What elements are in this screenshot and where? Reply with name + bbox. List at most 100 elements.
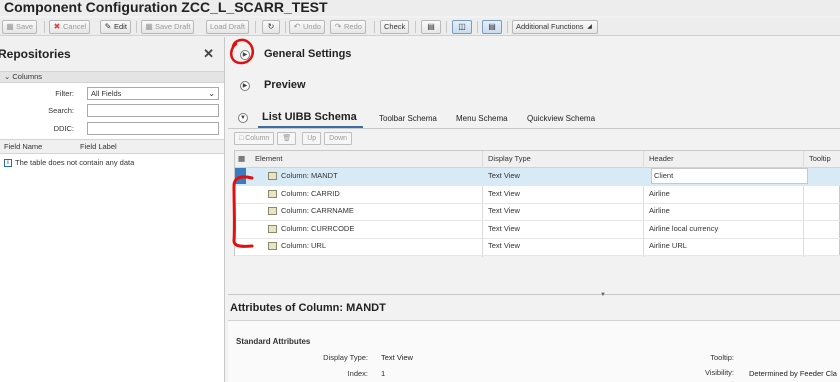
load-draft-button[interactable]: Load Draft (206, 20, 250, 34)
delete-button[interactable]: 🗑 (277, 132, 297, 145)
schema-table: ▦ Element Display Type Header Tooltip Co… (234, 150, 840, 257)
search-label: Search: (48, 106, 74, 115)
column-icon (268, 207, 277, 215)
expand-icon[interactable]: ▶ (240, 50, 250, 60)
save-button[interactable]: ▦ Save (2, 20, 38, 34)
move-down-button[interactable]: Down (324, 132, 353, 145)
repositories-table-header: Field Name Field Label (0, 139, 224, 154)
header-cell: Airline (649, 189, 670, 198)
filter-select[interactable]: All Fields ⌄ (87, 87, 219, 100)
display-type-cell: Text View (488, 241, 520, 250)
standard-attributes-title: Standard Attributes (236, 337, 311, 346)
table-row[interactable]: Column: MANDT Text View Client (235, 168, 840, 186)
filter-row: Filter: All Fields ⌄ (0, 87, 224, 101)
toolbar-separator (136, 21, 137, 33)
element-cell: Column: CURRCODE (281, 224, 355, 233)
save-draft-label: Save Draft (155, 22, 191, 31)
display-type-label: Display Type: (323, 353, 368, 362)
empty-table-message: i The table does not contain any data (4, 158, 134, 167)
toolbar-separator (415, 21, 416, 33)
search-row: Search: (0, 104, 224, 118)
display-type-cell: Text View (488, 224, 520, 233)
row-selector[interactable] (235, 186, 246, 202)
schema-tabs: ▼ List UIBB Schema Toolbar Schema Menu S… (228, 107, 840, 129)
add-icon: □ (239, 135, 244, 142)
tab-toolbar-schema[interactable]: Toolbar Schema (379, 114, 437, 123)
element-cell: Column: MANDT (281, 171, 338, 180)
refresh-button[interactable]: ↻ (262, 20, 280, 34)
element-cell: Column: URL (281, 241, 327, 250)
cancel-button[interactable]: ✖ Cancel (49, 20, 91, 34)
layout-single-button[interactable]: ▤ (421, 20, 441, 34)
main-toolbar: ▦ Save ✖ Cancel ✎ Edit ▦ Save Draft Load… (0, 18, 840, 36)
additional-functions-button[interactable]: Additional Functions ◢ (512, 20, 598, 34)
attributes-panel: Standard Attributes Display Type: Text V… (228, 320, 840, 382)
preview-section[interactable]: ▶ Preview (228, 76, 840, 96)
row-selector[interactable] (235, 221, 246, 237)
column-header-element[interactable]: Element (255, 151, 283, 167)
column-header-field-label[interactable]: Field Label (80, 140, 117, 153)
table-row[interactable]: Column: URL Text View Airline URL (235, 238, 840, 256)
header-input[interactable] (651, 168, 808, 184)
chevron-down-icon: ⌄ (208, 89, 215, 98)
toolbar-separator (374, 21, 375, 33)
column-header-field-name[interactable]: Field Name (4, 140, 42, 153)
column-icon (268, 225, 277, 233)
save-draft-icon: ▦ (145, 22, 153, 31)
table-row[interactable]: Column: CARRNAME Text View Airline (235, 203, 840, 221)
close-icon[interactable]: ✕ (203, 46, 214, 62)
row-selector[interactable] (235, 168, 246, 184)
tab-menu-schema[interactable]: Menu Schema (456, 114, 508, 123)
schema-table-header: ▦ Element Display Type Header Tooltip (235, 151, 840, 168)
additional-functions-label: Additional Functions (516, 22, 584, 31)
save-draft-button[interactable]: ▦ Save Draft (141, 20, 195, 34)
display-type-cell: Text View (488, 206, 520, 215)
toolbar-separator (477, 21, 478, 33)
search-input[interactable] (87, 104, 219, 117)
redo-button[interactable]: ↷ Redo (330, 20, 366, 34)
header-cell: Client (654, 171, 674, 180)
trash-icon: 🗑 (282, 135, 292, 142)
table-settings-icon[interactable]: ▦ (238, 151, 245, 167)
collapse-icon[interactable]: ▼ (238, 113, 248, 123)
general-settings-section[interactable]: ▶ General Settings (228, 45, 840, 65)
move-up-button[interactable]: Up (302, 132, 322, 145)
add-column-button[interactable]: □ Column (234, 132, 275, 145)
expand-icon[interactable]: ▶ (240, 81, 250, 91)
cancel-icon: ✖ (53, 22, 61, 31)
visibility-value: Determined by Feeder Cla (749, 369, 837, 378)
layout-rows-icon: ▤ (488, 22, 496, 31)
add-column-label: Column (245, 135, 270, 142)
edit-button[interactable]: ✎ Edit (100, 20, 131, 34)
column-header-tooltip[interactable]: Tooltip (809, 151, 831, 167)
attributes-title: Attributes of Column: MANDT (230, 302, 386, 314)
pencil-icon: ✎ (104, 22, 112, 31)
columns-group-label: Columns (12, 72, 42, 81)
display-type-value: Text View (381, 353, 413, 362)
toolbar-separator (255, 21, 256, 33)
layout-columns-button[interactable]: ◫ (452, 20, 472, 34)
undo-label: Undo (303, 22, 321, 31)
redo-label: Redo (344, 22, 362, 31)
column-header-header[interactable]: Header (649, 151, 674, 167)
splitter[interactable] (228, 294, 840, 298)
table-row[interactable]: Column: CARRID Text View Airline (235, 186, 840, 204)
undo-button[interactable]: ↶ Undo (289, 20, 325, 34)
table-row[interactable]: Column: CURRCODE Text View Airline local… (235, 221, 840, 239)
row-selector[interactable] (235, 203, 246, 219)
ddic-input[interactable] (87, 122, 219, 135)
window-title: Component Configuration ZCC_L_SCARR_TEST (0, 0, 840, 16)
layout-rows-button[interactable]: ▤ (482, 20, 502, 34)
info-icon: i (4, 158, 12, 167)
filter-value: All Fields (91, 89, 122, 98)
repositories-header: Repositories ✕ (0, 37, 224, 71)
tab-list-uibb-schema[interactable]: List UIBB Schema (262, 111, 357, 123)
column-header-display-type[interactable]: Display Type (488, 151, 531, 167)
check-button[interactable]: Check (380, 20, 410, 34)
chevron-down-icon[interactable]: ▼ (600, 292, 606, 298)
columns-group-header[interactable]: ⌄ Columns (0, 71, 224, 83)
layout-single-icon: ▤ (427, 22, 435, 31)
tab-quickview-schema[interactable]: Quickview Schema (527, 114, 595, 123)
edit-label: Edit (114, 22, 127, 31)
row-selector[interactable] (235, 238, 246, 254)
